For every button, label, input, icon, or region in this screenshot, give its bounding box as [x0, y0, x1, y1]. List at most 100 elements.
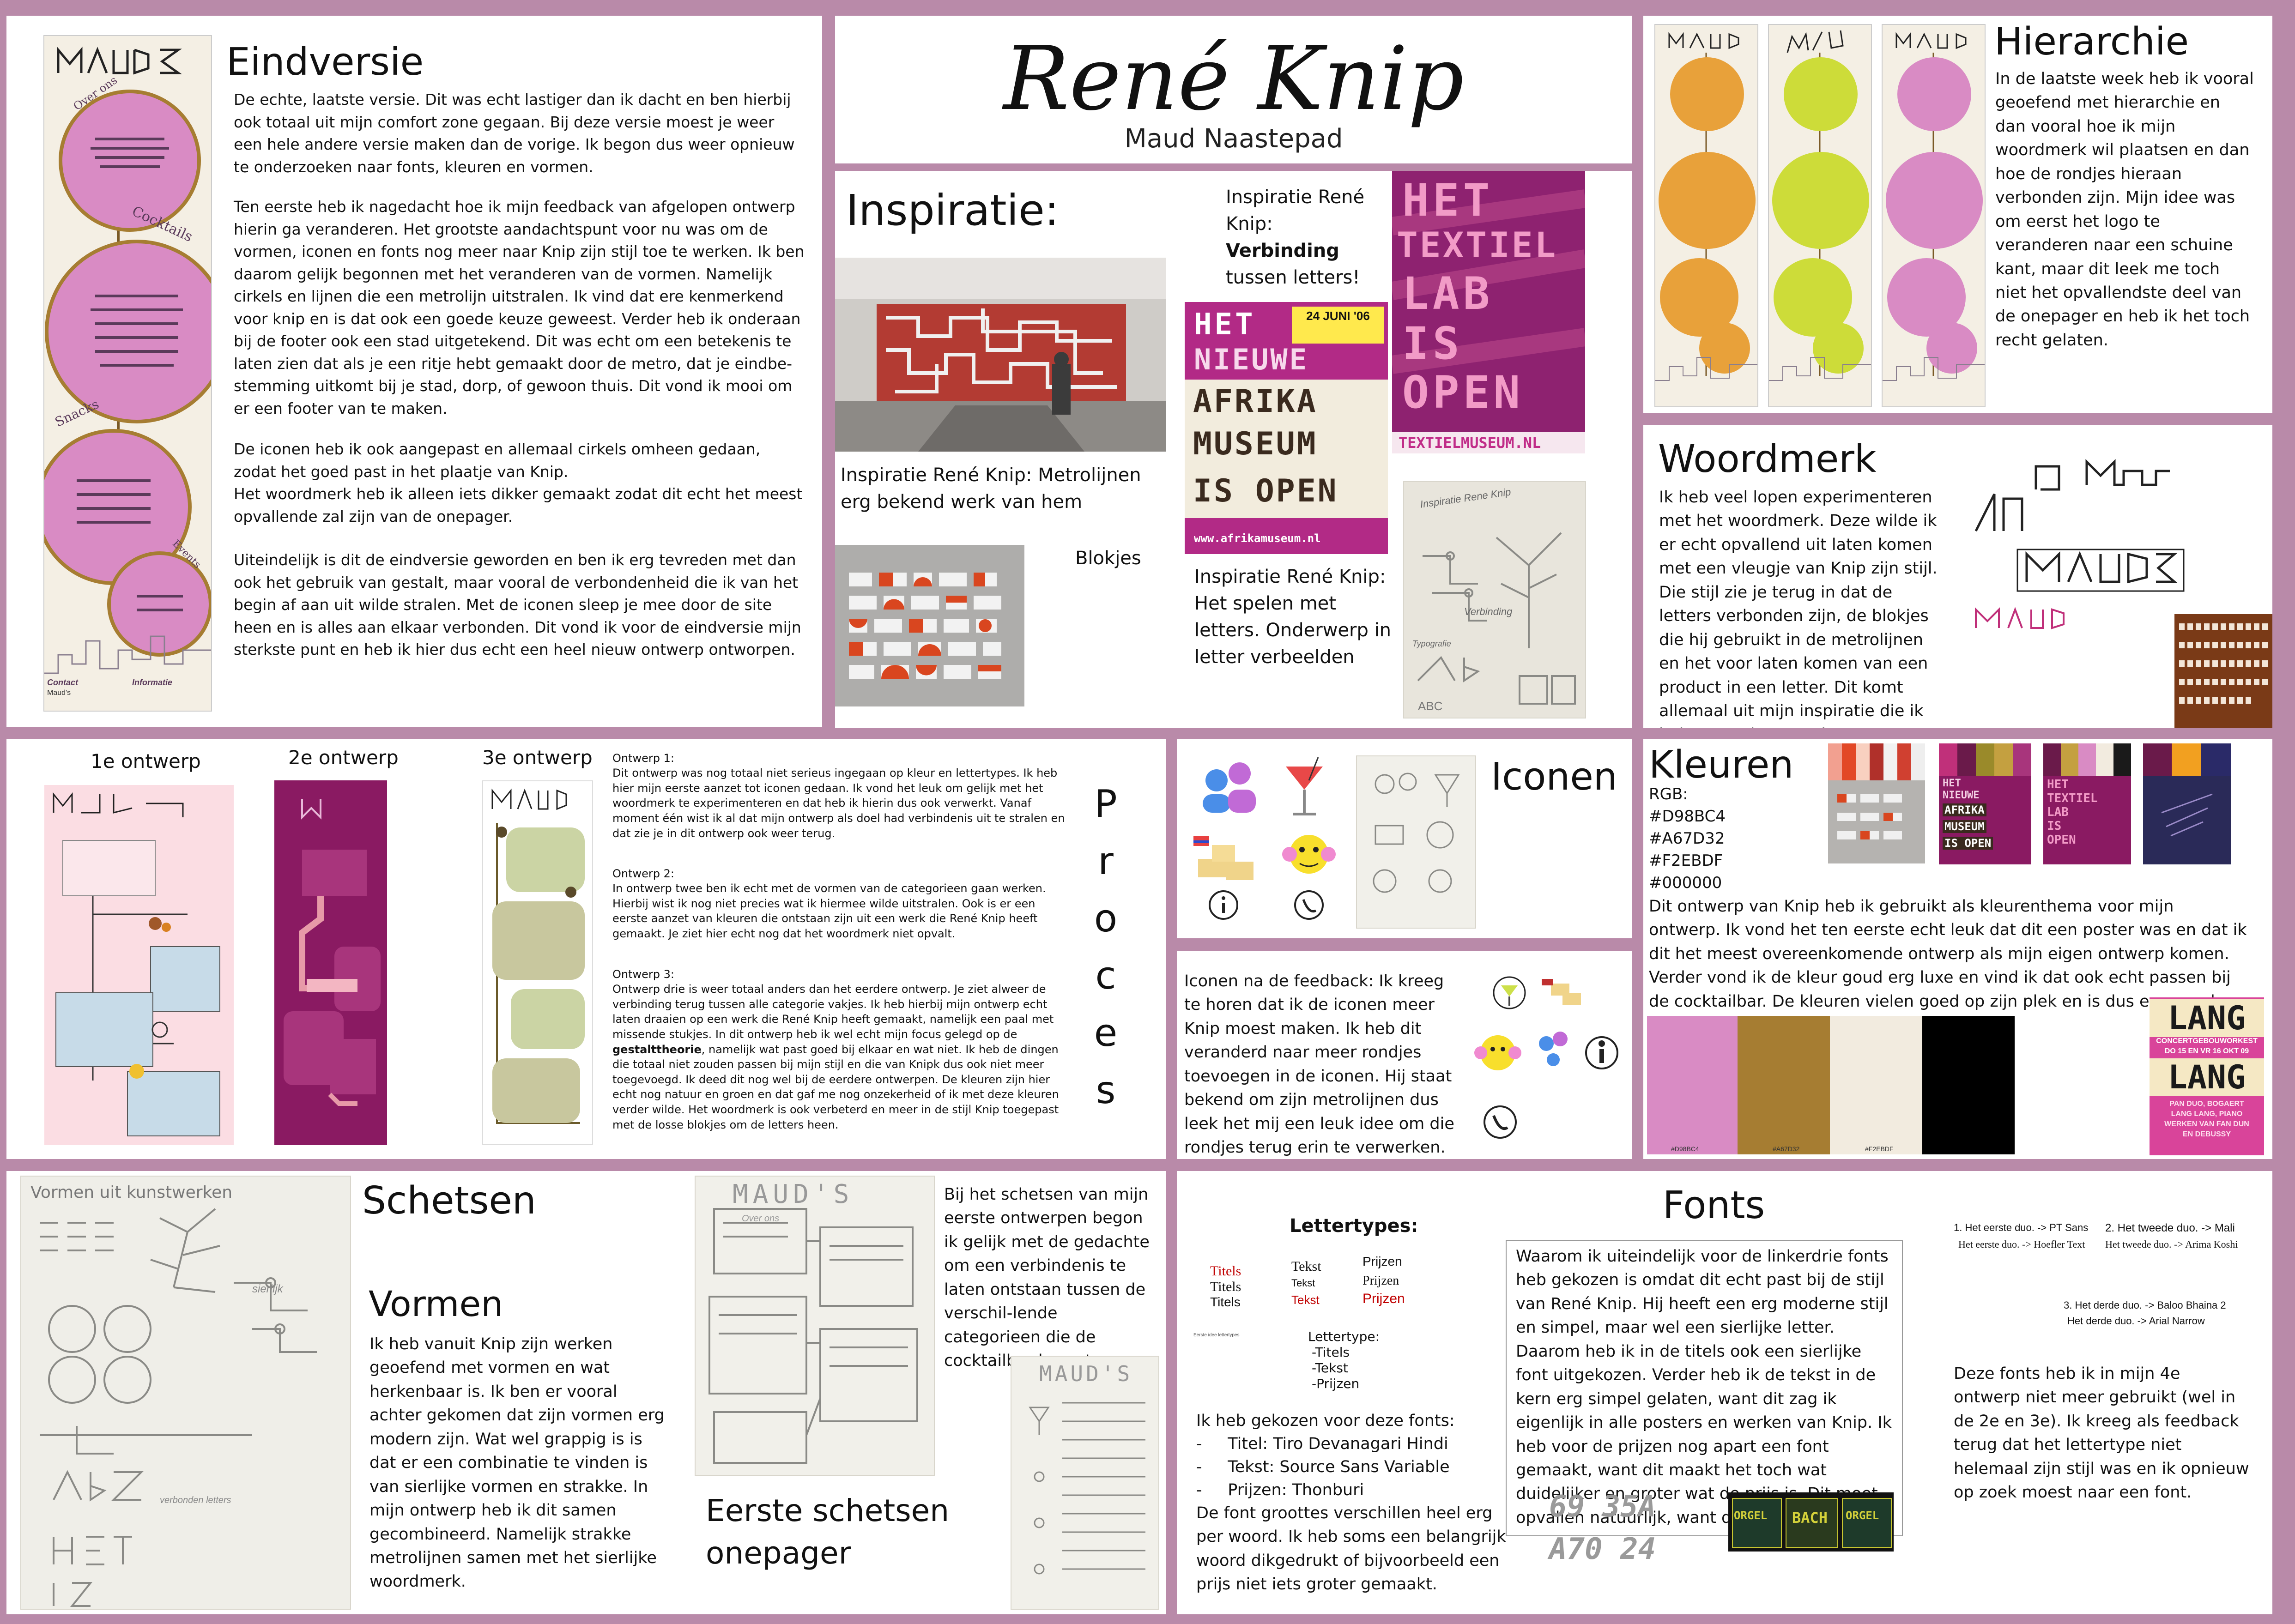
caption-verbinding-pre: Inspiratie René Knip:	[1226, 187, 1365, 235]
variant-2-drawing	[1769, 30, 1871, 381]
mini-textiel-line-1: HET	[2047, 778, 2069, 791]
caption-letters: Inspiratie René Knip: Het spelen met let…	[1194, 566, 1392, 668]
price-sample-1: 69 35A	[1549, 1490, 1656, 1524]
poster-afrika-line-3: AFRIKA	[1193, 383, 1318, 420]
snack-icon	[1193, 836, 1253, 880]
poster-textiel-line-3: LAB	[1402, 268, 1494, 320]
inspiration-sketch-drawing	[1417, 532, 1576, 705]
iconen-feedback-set	[1474, 976, 1618, 1139]
final-menu-drawing	[44, 47, 211, 711]
mini-textiel-line-3: LAB	[2047, 805, 2069, 819]
sketch-note-4: ABC	[1418, 699, 1443, 713]
vormen-sketch-photo: Vormen uit kunstwerken sierlijk verbonde…	[20, 1176, 351, 1610]
duo-2-sub: Het tweede duo. -> Arima Koshi	[2105, 1238, 2238, 1250]
eindversie-title: Eindversie	[226, 40, 424, 84]
ontwerp-1-image	[44, 785, 234, 1145]
fonts-list-item-1: -Titels	[1312, 1345, 1350, 1360]
poster-afrika-line-2: NIEUWE	[1194, 343, 1308, 376]
ontwerp-1-heading: Ontwerp 1:	[612, 752, 674, 765]
sketch-note-2: Verbinding	[1464, 606, 1513, 617]
fonts-chosen-1-dash: -	[1196, 1435, 1228, 1453]
vormen-text: Ik heb vanuit Knip zijn werken geoefend …	[369, 1335, 665, 1591]
mini-textiel-line-2: TEXTIEL	[2047, 791, 2098, 805]
orgel-block-3	[1842, 1498, 1892, 1548]
swatch-pink-label: #D98BC4	[1671, 1145, 1699, 1153]
kleuren-panel: Kleuren RGB: #D98BC4 #A67D32 #F2EBDF #00…	[1643, 739, 2272, 1159]
fonts-chosen-2: - Tekst: Source Sans Variable	[1196, 1455, 1450, 1479]
fonts-list-label: Lettertype:	[1308, 1329, 1380, 1344]
onepager-sketch-2-drawing	[1029, 1402, 1145, 1575]
mini-poster-dark	[2143, 743, 2231, 864]
ontwerp-3-text-post: , namelijk wat past goed bij elkaar en w…	[612, 1043, 1059, 1131]
lang-line-4: LANG	[2150, 1058, 2264, 1096]
poster-lang-lang: LANG CONCERTGEBOUWORKEST DO 15 EN VR 16 …	[2150, 997, 2264, 1155]
menu-footer-contact: Contact	[47, 678, 78, 687]
onepager-sketch-1: MAUD'S Over ons	[695, 1176, 935, 1476]
woordmerk-panel: Woordmerk Ik heb veel lopen experimenter…	[1643, 425, 2272, 728]
mini-poster-afrika: HET NIEUWE AFRIKA MUSEUM IS OPEN	[1939, 743, 2031, 864]
lang-line-1: LANG	[2150, 999, 2264, 1037]
poster-textiel-line-1: HET	[1402, 175, 1494, 226]
inspiratie-title: Inspiratie:	[846, 186, 1059, 235]
proces-panel: 1e ontwerp 2e ontwerp 3e ontwerp Ontwerp…	[6, 739, 1166, 1159]
poster-textiel-line-5: OPEN	[1402, 367, 1524, 418]
lang-line-8: EN DEBUSSY	[2182, 1130, 2231, 1138]
poster-afrika-line-4: MUSEUM	[1193, 426, 1318, 462]
eindversie-panel: Over ons Cocktails Snacks Events Contact…	[6, 16, 822, 727]
sample-prijzen-1: Prijzen	[1362, 1254, 1402, 1268]
poster-afrika-line-5: IS OPEN	[1193, 473, 1338, 509]
sample-tekst-2: Tekst	[1291, 1277, 1315, 1289]
rgb-code-1: #D98BC4	[1649, 807, 1726, 826]
caption-blokjes: Blokjes	[1075, 548, 1141, 569]
fonts-chosen-3: - Prijzen: Thonburi	[1196, 1479, 1364, 1502]
eindversie-paragraph-3: De iconen heb ik ook aangepast en allema…	[234, 440, 803, 525]
mini-afrika-line-3: AFRIKA	[1943, 803, 1986, 816]
mini-poster-blokjes-drawing	[1828, 743, 1925, 839]
mini-afrika-line-5: IS OPEN	[1943, 837, 1993, 850]
final-menu-poster: Over ons Cocktails Snacks Events Contact…	[43, 35, 212, 712]
mini-textiel-line-5: OPEN	[2047, 833, 2076, 847]
ontwerp-3-drawing	[491, 788, 585, 1124]
rgb-code-2: #A67D32	[1649, 829, 1725, 848]
caption-metro: Inspiratie René Knip: Metrolijnen erg be…	[841, 465, 1141, 513]
fonts-list-item-2: -Tekst	[1312, 1360, 1348, 1376]
author-name: Maud Naastepad	[1124, 124, 1343, 154]
info-round-icon	[1585, 1036, 1618, 1069]
ontwerp-3-heading: Ontwerp 3:	[612, 968, 674, 981]
rgb-code-3: #F2EBDF	[1649, 851, 1723, 870]
sample-prijzen-3: Prijzen	[1362, 1291, 1405, 1306]
sample-tekst-1: Tekst	[1291, 1259, 1321, 1274]
caption-verbinding-bold: Verbinding	[1226, 240, 1339, 261]
sample-titels-1: Titels	[1210, 1263, 1241, 1279]
lang-line-6: LANG LANG, PIANO	[2171, 1110, 2243, 1118]
duo-3-sub: Het derde duo. -> Arial Narrow	[2067, 1315, 2205, 1327]
ontwerp-2-drawing	[284, 799, 381, 1106]
info-icon	[1209, 890, 1238, 920]
ontwerp-2-text: In ontwerp twee ben ik echt met de vorme…	[612, 882, 1046, 940]
fonts-chosen-1: - Titel: Tiro Devanagari Hindi	[1196, 1432, 1448, 1456]
hierarchie-text: In de laatste week heb ik vooral geoefen…	[1995, 70, 2254, 350]
vormen-sketch-drawing	[40, 1208, 317, 1607]
poster-afrika-date: 24 JUNI '06	[1292, 307, 1384, 344]
ontwerp-3-text: Ontwerp drie is weer totaal anders dan h…	[612, 982, 1070, 1132]
proces-label-3: 3e ontwerp	[482, 746, 593, 769]
variant-1-drawing	[1655, 32, 1757, 381]
fonts-chosen-1-text: Titel: Tiro Devanagari Hindi	[1228, 1435, 1448, 1453]
schetsen-panel: Vormen uit kunstwerken sierlijk verbonde…	[6, 1171, 1166, 1614]
mini-dark-scribble	[2161, 793, 2213, 837]
mini-afrika-line-1: HET	[1943, 778, 1961, 789]
poster-orgel-bach: ORGEL BACH ORGEL	[1728, 1492, 1894, 1552]
fonts-chosen-2-text: Tekst: Source Sans Variable	[1228, 1458, 1450, 1476]
alphabet-pattern	[2179, 623, 2268, 704]
lang-line-7: WERKEN VAN FAN DUN	[2164, 1120, 2249, 1128]
caption-verbinding: Inspiratie René Knip: Verbinding tussen …	[1226, 184, 1392, 291]
iconen-title: Iconen	[1491, 755, 1617, 799]
ontwerp-3-text-bold: gestalttheorie	[612, 1043, 702, 1056]
hierarchie-title: Hierarchie	[1994, 20, 2189, 64]
orgel-block-1	[1732, 1498, 1782, 1548]
iconen-set	[1193, 757, 1336, 920]
page-title: René Knip	[1003, 28, 1464, 130]
rgb-label: RGB:	[1649, 785, 1688, 803]
inspiratie-panel: Inspiratie: Inspiratie René Knip: Metrol…	[835, 171, 1632, 728]
hierarchie-variant-2	[1768, 24, 1872, 407]
